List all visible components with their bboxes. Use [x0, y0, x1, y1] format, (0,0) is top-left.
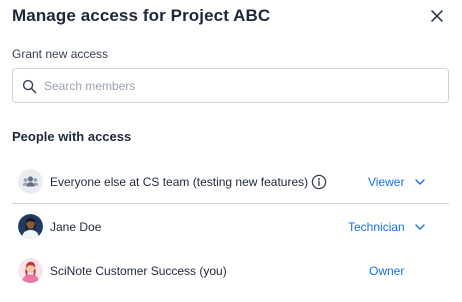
grant-access-label: Grant new access	[12, 47, 109, 61]
member-row: Everyone else at CS team (testing new fe…	[12, 160, 449, 204]
member-name: SciNote Customer Success (you)	[50, 264, 227, 278]
member-name: Everyone else at CS team (testing new fe…	[50, 175, 309, 189]
user-avatar	[18, 258, 43, 283]
dialog-title: Manage access for Project ABC	[12, 6, 271, 25]
chevron-down-icon[interactable]	[414, 177, 426, 187]
user-avatar	[18, 214, 43, 239]
close-icon[interactable]	[429, 8, 445, 24]
member-name: Jane Doe	[50, 220, 102, 234]
search-icon	[22, 79, 37, 94]
search-box	[12, 68, 449, 103]
search-members-input[interactable]	[44, 69, 440, 102]
people-with-access-title: People with access	[12, 129, 132, 144]
role-dropdown[interactable]: Viewer	[368, 175, 404, 189]
member-row: SciNote Customer Success (you) Owner	[12, 249, 449, 293]
group-icon	[18, 169, 43, 194]
role-label: Owner	[369, 264, 405, 278]
chevron-down-icon[interactable]	[414, 222, 426, 232]
member-row: Jane Doe Technician	[12, 205, 449, 249]
info-icon[interactable]	[311, 174, 327, 190]
role-dropdown[interactable]: Technician	[348, 220, 405, 234]
